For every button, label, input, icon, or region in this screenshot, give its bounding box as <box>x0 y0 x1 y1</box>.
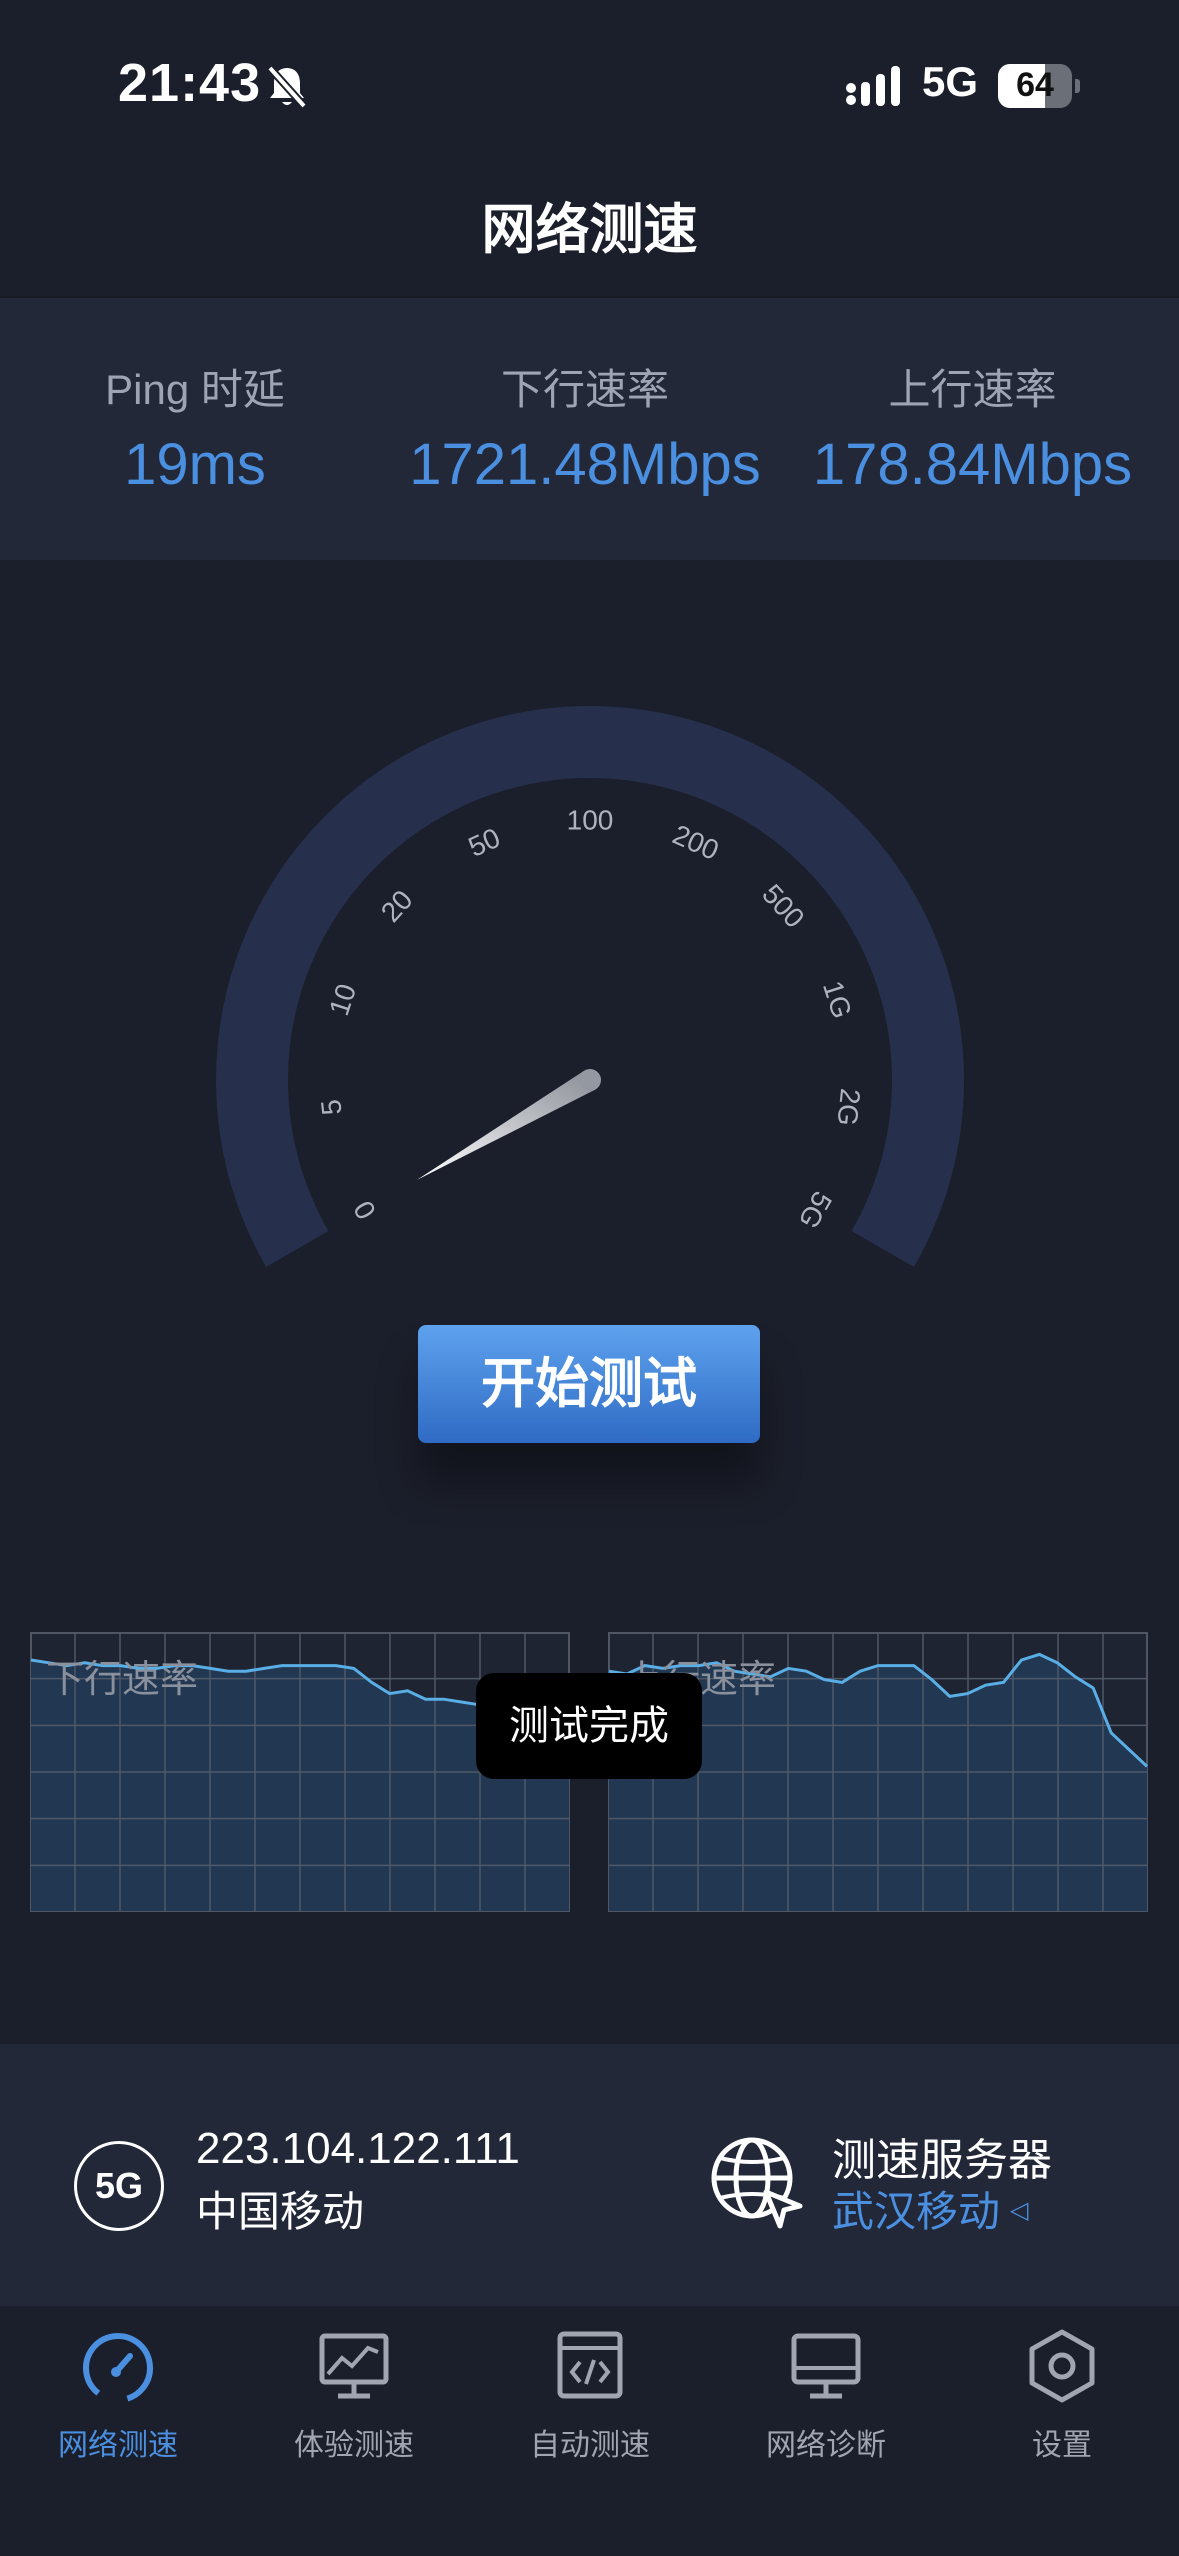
gauge-tick-label: 2G <box>831 1087 866 1127</box>
battery-level: 64 <box>1016 66 1054 104</box>
code-window-icon <box>557 2331 623 2399</box>
ping-value: 19ms <box>124 432 266 497</box>
download-value: 1721.48Mbps <box>409 432 761 497</box>
tab-label: 网络诊断 <box>766 2429 886 2462</box>
download-stat: 下行速率 1721.48Mbps <box>395 356 775 498</box>
carrier-name: 中国移动 <box>196 2188 365 2235</box>
download-label: 下行速率 <box>500 366 669 413</box>
upload-label: 上行速率 <box>888 366 1057 413</box>
signal-icon <box>846 66 900 106</box>
start-test-button[interactable]: 开始测试 <box>418 1325 760 1443</box>
gauge-tick-label: 200 <box>668 819 723 866</box>
tab-label: 网络测速 <box>58 2429 178 2462</box>
battery-icon: 64 <box>998 64 1080 108</box>
speed-gauge: 0 5 10 20 50 100 200 5001G 2G 5G <box>216 706 964 1267</box>
gauge-tick-label: 20 <box>375 884 419 928</box>
globe-cursor-icon[interactable] <box>708 2134 804 2230</box>
ip-address: 223.104.122.111 <box>196 2124 520 2173</box>
gauge-tick-label: 5G <box>792 1186 838 1234</box>
bottom-tab-bar: 网络测速 体验测速 自动测速 网络诊断 设置 <box>0 2306 1179 2556</box>
tab-network-speed[interactable]: 网络测速 <box>0 2326 236 2486</box>
tab-settings[interactable]: 设置 <box>944 2326 1179 2486</box>
speedometer-icon <box>83 2333 153 2403</box>
gauge-tick-label: 50 <box>464 822 505 863</box>
tab-experience-speed[interactable]: 体验测速 <box>236 2326 472 2486</box>
network-type: 5G <box>922 58 979 105</box>
hexagon-gear-icon <box>1029 2329 1095 2403</box>
tab-auto-speed[interactable]: 自动测速 <box>472 2326 708 2486</box>
speed-stats-panel: Ping 时延 19ms 下行速率 1721.48Mbps 上行速率 178.8… <box>0 296 1179 560</box>
gauge-tick-label: 1G <box>817 977 858 1022</box>
tab-label: 设置 <box>1032 2429 1092 2462</box>
page-title: 网络测速 <box>481 200 698 260</box>
chart-monitor-icon <box>319 2333 389 2399</box>
gauge-tick-label: 10 <box>323 980 362 1019</box>
gauge-tick-label: 5 <box>315 1098 347 1117</box>
tab-label: 体验测速 <box>294 2429 414 2462</box>
tab-label: 自动测速 <box>530 2429 650 2462</box>
status-time: 21:43 <box>118 53 262 113</box>
5g-badge-icon: 5G <box>74 2141 164 2231</box>
gauge-tick-labels: 0 5 10 20 50 100 200 5001G 2G 5G <box>315 804 866 1234</box>
bell-muted-icon <box>267 65 307 109</box>
monitor-icon <box>791 2333 861 2399</box>
ping-stat: Ping 时延 19ms <box>55 356 335 498</box>
server-name-link[interactable]: 武汉移动 <box>832 2178 1000 2239</box>
upload-stat: 上行速率 178.84Mbps <box>800 356 1145 498</box>
caret-left-icon[interactable]: ◁ <box>1010 2196 1028 2225</box>
gauge-tick-label: 100 <box>567 804 614 835</box>
connection-info-panel: 5G 223.104.122.111 中国移动 测速服务器 武汉移动 ◁ <box>0 2044 1179 2306</box>
gauge-tick-label: 0 <box>347 1196 382 1225</box>
tab-network-diagnosis[interactable]: 网络诊断 <box>708 2326 944 2486</box>
download-chart-label: 下行速率 <box>46 1659 199 1701</box>
upload-value: 178.84Mbps <box>812 432 1133 497</box>
test-complete-toast: 测试完成 <box>476 1673 702 1779</box>
gauge-needle <box>416 1070 596 1180</box>
status-bar: 21:43 5G 64 <box>0 0 1179 170</box>
ping-label: Ping 时延 <box>105 366 285 413</box>
gauge-needle-tip <box>579 1069 601 1091</box>
gauge-tick-label: 500 <box>756 878 810 933</box>
